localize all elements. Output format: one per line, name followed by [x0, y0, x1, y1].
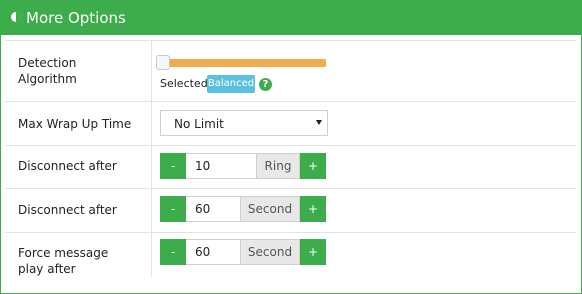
detection-algorithm-slider-handle[interactable] — [156, 55, 170, 70]
increment-force-message-button[interactable]: + — [300, 239, 326, 265]
disconnect-after-rings-label: Disconnect after — [18, 159, 117, 173]
max-wrap-up-time-label: Max Wrap Up Time — [18, 117, 132, 131]
panel-header[interactable]: More Options — [1, 1, 581, 35]
disconnect-seconds-input[interactable]: 60 — [186, 196, 240, 222]
rings-unit: Ring — [256, 153, 300, 179]
selected-value-badge: Balanced — [207, 75, 255, 93]
max-wrap-up-time-value: No Limit — [174, 117, 224, 131]
force-message-play-label: Force message play after — [18, 246, 109, 276]
decrement-seconds-button[interactable]: - — [160, 196, 186, 222]
force-message-seconds-unit: Second — [240, 239, 300, 265]
detection-algorithm-slider-track[interactable] — [160, 59, 326, 67]
panel-title: More Options — [26, 9, 126, 27]
help-icon[interactable]: ? — [259, 78, 272, 91]
chevron-down-icon — [316, 120, 322, 125]
rings-input[interactable]: 10 — [186, 153, 256, 179]
force-message-seconds-input[interactable]: 60 — [186, 239, 240, 265]
increment-rings-button[interactable]: + — [300, 153, 326, 179]
detection-algorithm-label: Detection Algorithm — [18, 56, 77, 86]
decrement-force-message-button[interactable]: - — [160, 239, 186, 265]
disconnect-after-seconds-label: Disconnect after — [18, 203, 117, 217]
decrement-rings-button[interactable]: - — [160, 153, 186, 179]
max-wrap-up-time-select[interactable]: No Limit — [160, 110, 328, 136]
disconnect-seconds-unit: Second — [240, 196, 300, 222]
increment-seconds-button[interactable]: + — [300, 196, 326, 222]
half-circle-icon — [11, 12, 21, 22]
selected-label: Selected: — [160, 77, 212, 90]
